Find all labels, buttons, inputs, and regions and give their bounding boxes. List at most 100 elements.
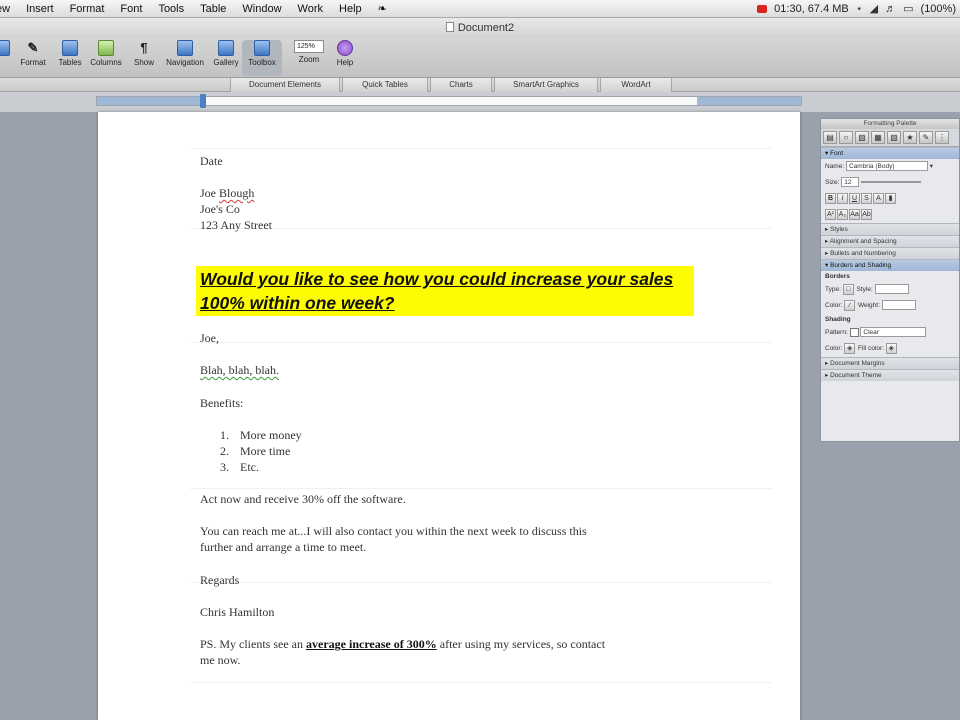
battery-percent: (100%) xyxy=(920,3,956,15)
list-item: 2. More time xyxy=(220,444,290,459)
projects-icon[interactable]: ✎ xyxy=(919,131,933,144)
section-bullets[interactable]: ▸ Bullets and Numbering xyxy=(821,247,959,259)
section-document-margins[interactable]: ▸ Document Margins xyxy=(821,357,959,369)
highlight-button[interactable]: ▮ xyxy=(885,192,896,204)
palette-title[interactable]: Formatting Palette xyxy=(821,119,959,129)
tab-document-elements[interactable]: Document Elements xyxy=(230,78,340,92)
scrapbook-icon[interactable]: ▦ xyxy=(871,131,885,144)
citations-icon[interactable]: ▨ xyxy=(855,131,869,144)
line-guide xyxy=(190,682,772,683)
line-guide xyxy=(190,488,772,489)
columns-button[interactable]: Columns xyxy=(86,40,126,76)
menu-table[interactable]: Table xyxy=(192,0,234,18)
bold-button[interactable]: B xyxy=(825,192,836,204)
size-slider[interactable] xyxy=(861,181,922,184)
menu-list: ew Insert Format Font Tools Table Window… xyxy=(0,0,395,18)
status-readout: 01:30, 67.4 MB xyxy=(774,3,849,15)
shading-pattern-row: Pattern: Clear xyxy=(821,325,959,341)
ps-emphasis: average increase of 300% xyxy=(306,637,437,651)
object-palette-icon[interactable]: ○ xyxy=(839,131,853,144)
help-button[interactable]: Help xyxy=(325,40,365,76)
format-button[interactable]: ✎ Format xyxy=(13,40,53,76)
font-color-button[interactable]: A xyxy=(873,192,884,204)
body-filler-text: Blah, blah, blah. xyxy=(200,363,279,377)
underline-button[interactable]: U xyxy=(849,192,860,204)
shading-color-button[interactable]: ◈ xyxy=(844,342,856,354)
body-filler: Blah, blah, blah. xyxy=(200,363,279,378)
gallery-button[interactable]: Gallery xyxy=(206,40,246,76)
toolbox-button[interactable]: Toolbox xyxy=(242,40,282,76)
section-document-theme[interactable]: ▸ Document Theme xyxy=(821,369,959,381)
formatting-tab-icon[interactable]: ▤ xyxy=(823,131,837,144)
border-style-field[interactable] xyxy=(874,284,909,295)
italic-button[interactable]: I xyxy=(837,192,848,204)
battery-icon[interactable]: ▭ xyxy=(903,0,913,18)
font-name-field[interactable]: Cambria (Body) xyxy=(845,161,928,172)
zoom-control[interactable]: 125% Zoom xyxy=(289,40,329,76)
menu-insert[interactable]: Insert xyxy=(18,0,62,18)
superscript-button[interactable]: A² xyxy=(825,208,836,220)
tab-charts[interactable]: Charts xyxy=(430,78,492,92)
menu-view[interactable]: ew xyxy=(0,0,18,18)
tables-button[interactable]: Tables xyxy=(50,40,90,76)
recording-icon[interactable] xyxy=(757,5,768,13)
font-style-row: B I U S A ▮ xyxy=(821,191,959,207)
tab-quick-tables[interactable]: Quick Tables xyxy=(342,78,428,92)
show-button[interactable]: ¶ Show xyxy=(124,40,164,76)
tab-wordart[interactable]: WordArt xyxy=(600,78,672,92)
indent-marker[interactable] xyxy=(200,94,206,108)
font-size-field[interactable]: 12 xyxy=(841,177,860,188)
fill-color-button[interactable]: ◈ xyxy=(885,342,897,354)
compatibility-icon[interactable]: ★ xyxy=(903,131,917,144)
horizontal-ruler[interactable] xyxy=(0,92,960,112)
offer-line: Act now and receive 30% off the software… xyxy=(200,492,406,506)
ruler-strip[interactable] xyxy=(96,94,802,108)
border-color-button[interactable]: ∕ xyxy=(844,299,856,311)
menu-window[interactable]: Window xyxy=(234,0,289,18)
strikethrough-button[interactable]: S xyxy=(861,192,872,204)
ruler-left-margin xyxy=(97,97,201,105)
script-icon[interactable]: ❧ xyxy=(370,0,395,18)
change-case-button[interactable]: Ab xyxy=(861,208,872,220)
border-type-button[interactable]: □ xyxy=(842,283,854,295)
document-page[interactable]: Date Joe Blough Joe's Co 123 Any Street … xyxy=(98,112,800,720)
section-font[interactable]: ▾ Font xyxy=(821,147,959,159)
bluetooth-icon[interactable]: ⋆ xyxy=(856,0,863,18)
line-guide xyxy=(190,228,772,229)
reference-tools-icon[interactable]: ▧ xyxy=(887,131,901,144)
pattern-field[interactable]: Clear xyxy=(860,327,927,338)
section-borders-shading[interactable]: ▾ Borders and Shading xyxy=(821,259,959,271)
subscript-button[interactable]: A₂ xyxy=(837,208,848,220)
menu-tools[interactable]: Tools xyxy=(150,0,192,18)
zoom-field[interactable]: 125% xyxy=(294,40,324,53)
menu-format[interactable]: Format xyxy=(62,0,113,18)
closing: Regards xyxy=(200,573,240,587)
section-alignment[interactable]: ▸ Alignment and Spacing xyxy=(821,235,959,247)
chevron-down-icon[interactable]: ▾ xyxy=(930,163,933,170)
ruler-right-margin xyxy=(697,97,801,105)
border-weight-field[interactable] xyxy=(881,300,916,311)
menu-font[interactable]: Font xyxy=(112,0,150,18)
pattern-swatch xyxy=(849,327,859,337)
menu-work[interactable]: Work xyxy=(290,0,331,18)
window-title: Document2 xyxy=(457,22,515,34)
benefits-heading: Benefits: xyxy=(200,396,244,410)
section-bullets-label: Bullets and Numbering xyxy=(830,250,896,257)
font-size-label: Size: xyxy=(825,179,840,186)
section-borders-label: Borders and Shading xyxy=(830,262,892,269)
gallery-icon xyxy=(218,40,234,56)
section-font-label: Font xyxy=(830,150,844,157)
help-icon xyxy=(337,40,353,56)
wifi-icon[interactable]: ◢ xyxy=(870,0,878,18)
menu-help[interactable]: Help xyxy=(331,0,370,18)
volume-icon[interactable]: ♬ xyxy=(885,0,896,18)
small-caps-button[interactable]: Aa xyxy=(849,208,860,220)
tab-smartart-graphics[interactable]: SmartArt Graphics xyxy=(494,78,598,92)
more-tools-icon[interactable]: ⋮ xyxy=(935,131,949,144)
section-styles[interactable]: ▸ Styles xyxy=(821,223,959,235)
columns-icon xyxy=(98,40,114,56)
list-text: Etc. xyxy=(240,460,259,474)
navigation-button[interactable]: Navigation xyxy=(165,40,205,76)
list-item: 3. Etc. xyxy=(220,460,259,475)
border-type-label: Type: xyxy=(825,286,841,293)
